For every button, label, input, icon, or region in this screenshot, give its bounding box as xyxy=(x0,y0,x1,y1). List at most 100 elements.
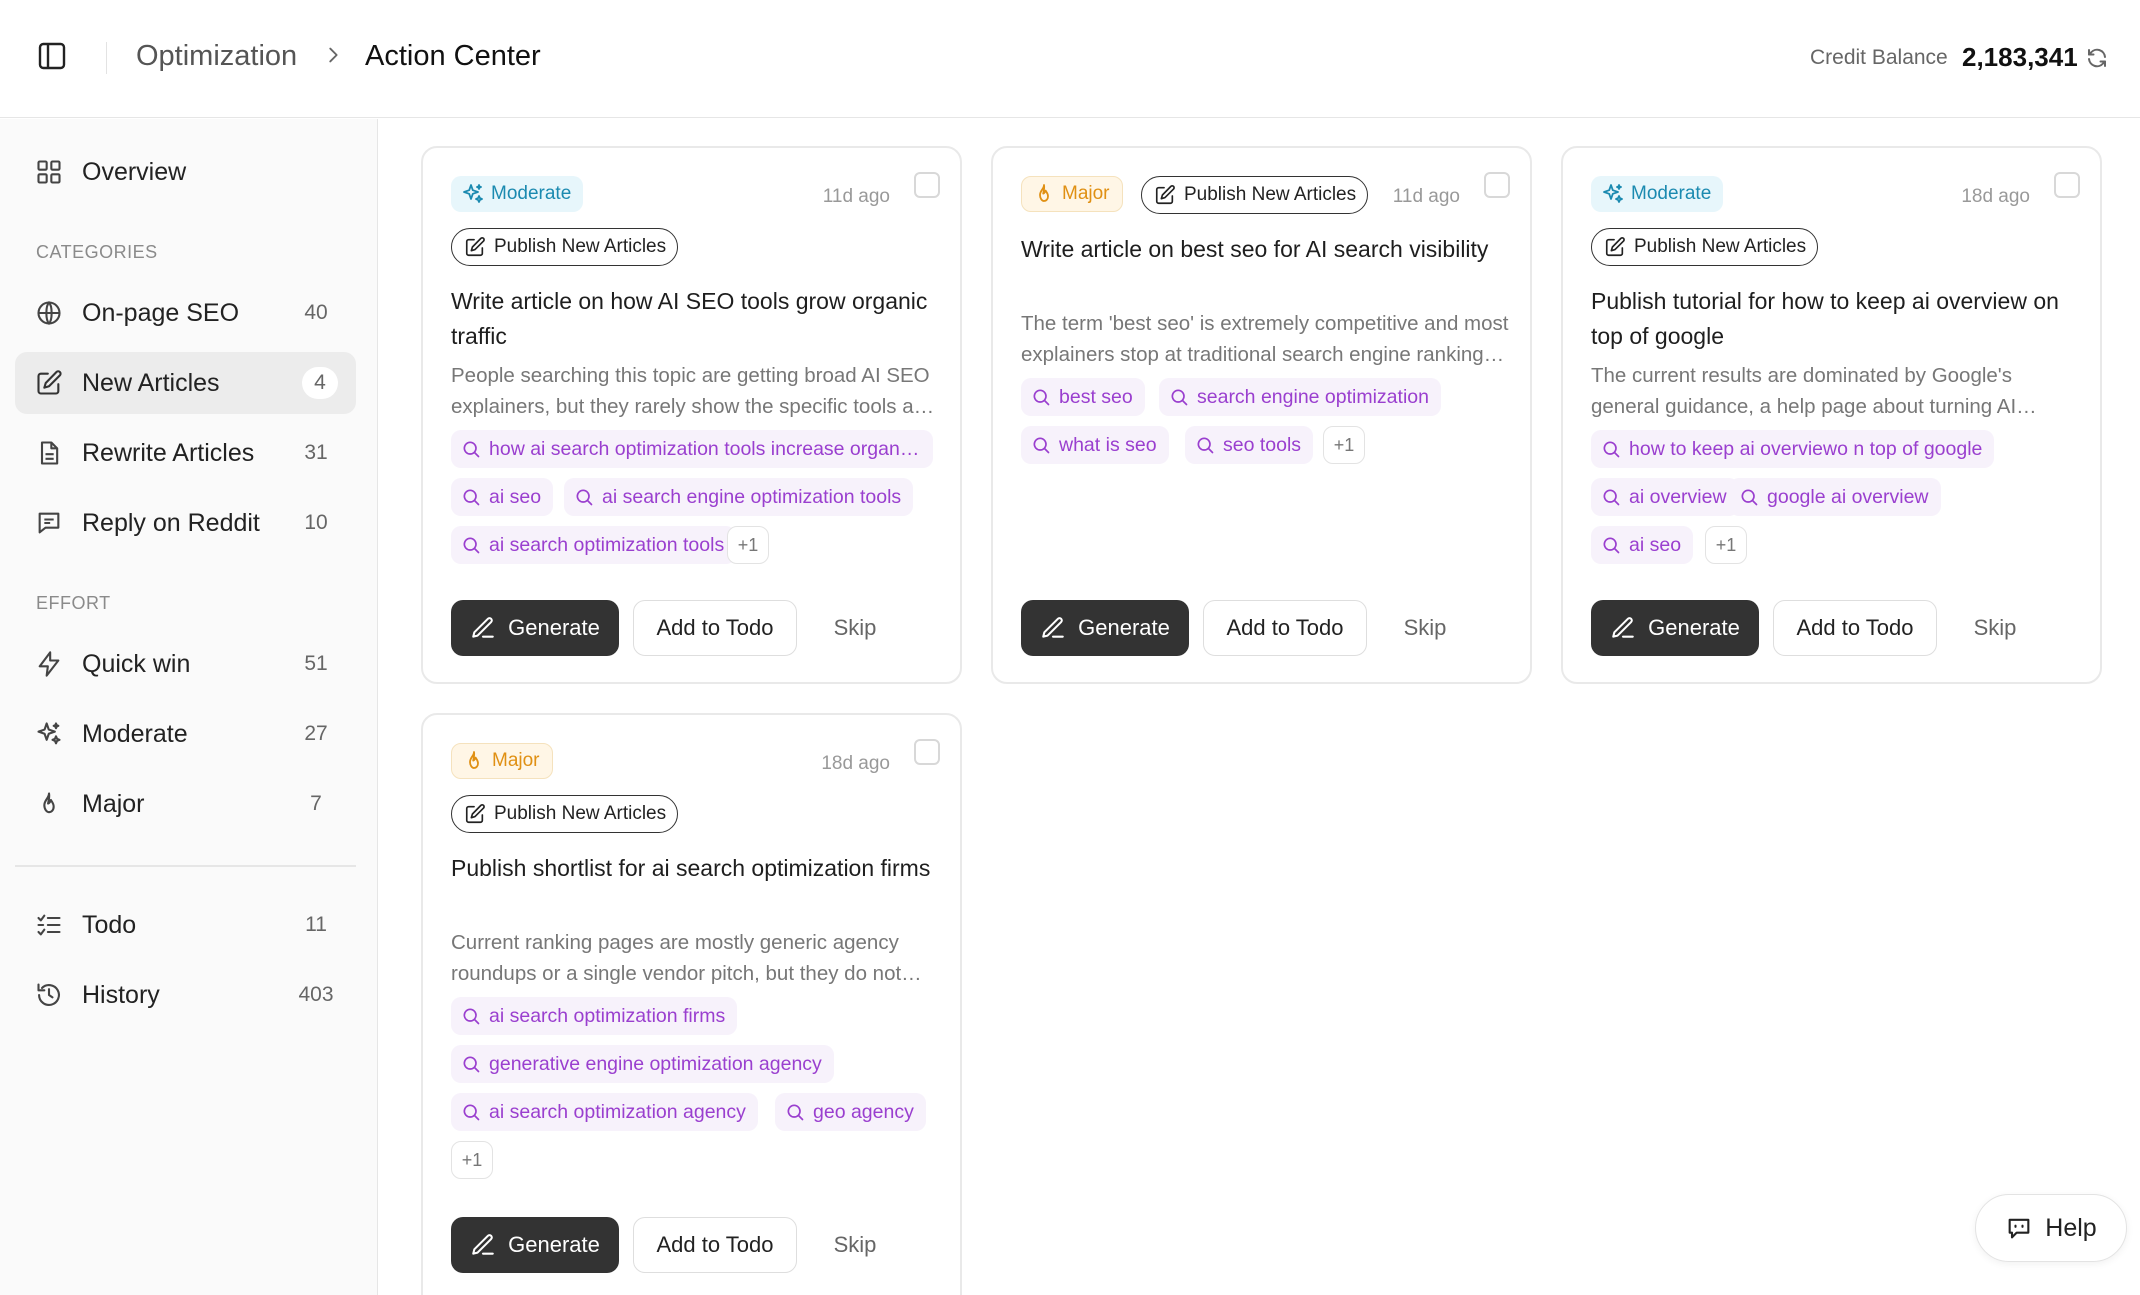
keyword-chip[interactable]: generative engine optimization agency xyxy=(451,1045,834,1083)
keyword-chip[interactable]: ai seo xyxy=(1591,526,1694,564)
keyword-chip[interactable]: ai search engine optimization tools xyxy=(564,478,914,516)
pen-icon xyxy=(470,1232,496,1258)
keyword-chip[interactable]: how ai search optimization tools increas… xyxy=(451,430,933,468)
generate-label: Generate xyxy=(1078,615,1170,640)
select-checkbox[interactable] xyxy=(914,172,940,198)
sidebar-item-label: Moderate xyxy=(82,719,188,748)
sidebar-item-label: On-page SEO xyxy=(82,298,240,327)
flame-icon xyxy=(1032,182,1056,206)
edit-icon xyxy=(464,236,486,258)
refresh-icon[interactable] xyxy=(2085,46,2109,70)
sidebar-item-count: 27 xyxy=(304,722,328,745)
skip-button[interactable]: Skip xyxy=(1385,600,1465,656)
skip-button[interactable]: Skip xyxy=(815,1217,895,1273)
keyword-chip[interactable]: ai search optimization firms xyxy=(451,997,738,1035)
edit-icon xyxy=(464,803,486,825)
sidebar-item-label: Quick win xyxy=(82,649,191,678)
add-to-todo-button[interactable]: Add to Todo xyxy=(1203,600,1367,656)
keyword-chip[interactable]: ai seo xyxy=(451,478,554,516)
sidebar-item-label: New Articles xyxy=(82,368,220,397)
grid-icon xyxy=(37,160,61,184)
skip-button[interactable]: Skip xyxy=(815,600,895,656)
breadcrumb-parent[interactable]: Optimization xyxy=(136,40,297,73)
generate-button[interactable]: Generate xyxy=(451,600,619,656)
sidebar-item-on-page-seo[interactable]: On-page SEO 40 xyxy=(15,282,356,344)
action-type-pill: Publish New Articles xyxy=(451,228,679,266)
action-card: Major 18d ago Publish New Articles Publi… xyxy=(421,713,962,1295)
pen-icon xyxy=(1610,615,1636,641)
action-type-pill: Publish New Articles xyxy=(451,795,679,833)
sidebar-item-todo[interactable]: Todo 11 xyxy=(15,894,356,956)
sidebar-item-reply-on-reddit[interactable]: Reply on Reddit 10 xyxy=(15,492,356,554)
effort-label: Major xyxy=(492,750,540,771)
categories-section-label: CATEGORIES xyxy=(36,242,158,262)
effort-badge: Moderate xyxy=(451,176,584,212)
card-title: Write article on best seo for AI search … xyxy=(1021,236,1489,262)
timestamp: 11d ago xyxy=(1392,186,1460,207)
search-icon xyxy=(461,1006,481,1026)
sidebar-item-rewrite-articles[interactable]: Rewrite Articles 31 xyxy=(15,422,356,484)
search-icon xyxy=(461,487,481,507)
keyword-text: ai seo xyxy=(1629,533,1682,556)
keyword-chip[interactable]: ai search optimization agency xyxy=(451,1093,758,1131)
keyword-chip[interactable]: best seo xyxy=(1021,378,1145,416)
add-to-todo-button[interactable]: Add to Todo xyxy=(1773,600,1937,656)
select-checkbox[interactable] xyxy=(2054,172,2080,198)
keyword-chip[interactable]: ai overview xyxy=(1591,478,1739,516)
top-header: Optimization Action Center Credit Balanc… xyxy=(0,0,2140,118)
keyword-chip[interactable]: geo agency xyxy=(775,1093,926,1131)
sidebar-item-moderate[interactable]: Moderate 27 xyxy=(15,703,356,765)
sidebar-item-label: History xyxy=(82,980,160,1009)
sidebar-item-label: Todo xyxy=(82,910,137,939)
help-button[interactable]: Help xyxy=(1975,1194,2127,1262)
timestamp: 18d ago xyxy=(821,753,890,774)
keyword-text: ai search optimization firms xyxy=(489,1004,726,1027)
keyword-chip[interactable]: seo tools xyxy=(1185,426,1314,464)
sidebar-item-new-articles[interactable]: New Articles 4 xyxy=(15,352,356,414)
search-icon xyxy=(1169,387,1189,407)
edit-icon xyxy=(35,369,63,397)
sidebar-item-label: Reply on Reddit xyxy=(82,508,260,537)
sparkles-icon xyxy=(35,720,63,748)
sidebar-item-history[interactable]: History 403 xyxy=(15,964,356,1026)
keyword-text: how ai search optimization tools increas… xyxy=(489,437,921,460)
flame-icon xyxy=(35,790,63,818)
generate-button[interactable]: Generate xyxy=(1021,600,1189,656)
chat-bot-icon xyxy=(2008,1218,2030,1239)
sparkles-icon xyxy=(461,182,485,206)
sidebar-item-major[interactable]: Major 7 xyxy=(15,773,356,835)
more-keywords-chip[interactable]: +1 xyxy=(1705,526,1747,564)
search-icon xyxy=(461,1054,481,1074)
pen-icon xyxy=(1040,615,1066,641)
keyword-chip[interactable]: what is seo xyxy=(1021,426,1169,464)
sidebar-toggle-icon[interactable] xyxy=(36,40,68,72)
keyword-chip[interactable]: search engine optimization xyxy=(1159,378,1441,416)
credit-balance-value: 2,183,341 xyxy=(1962,42,2078,72)
search-icon xyxy=(1031,387,1051,407)
generate-button[interactable]: Generate xyxy=(1591,600,1759,656)
select-checkbox[interactable] xyxy=(914,739,940,765)
search-icon xyxy=(1601,535,1621,555)
sidebar-item-quick-win[interactable]: Quick win 51 xyxy=(15,633,356,695)
keyword-chip[interactable]: how to keep ai overviewo n top of google xyxy=(1591,430,1995,468)
add-to-todo-button[interactable]: Add to Todo xyxy=(633,1217,797,1273)
keyword-chip[interactable]: google ai overview xyxy=(1729,478,1941,516)
generate-label: Generate xyxy=(1648,615,1740,640)
add-to-todo-button[interactable]: Add to Todo xyxy=(633,600,797,656)
card-description: Current ranking pages are mostly generic… xyxy=(451,931,902,985)
search-icon xyxy=(461,535,481,555)
sidebar-item-overview[interactable]: Overview xyxy=(15,141,356,203)
card-description: The term 'best seo' is extremely competi… xyxy=(1021,312,1509,366)
keyword-chip[interactable]: ai search optimization tools xyxy=(451,526,737,564)
more-keywords-chip[interactable]: +1 xyxy=(727,526,769,564)
search-icon xyxy=(1601,487,1621,507)
select-checkbox[interactable] xyxy=(1484,172,1510,198)
chat-icon xyxy=(38,512,60,534)
more-keywords-chip[interactable]: +1 xyxy=(451,1141,493,1179)
timestamp: 18d ago xyxy=(1961,186,2030,207)
skip-button[interactable]: Skip xyxy=(1955,600,2035,656)
action-type-label: Publish New Articles xyxy=(494,803,667,824)
more-keywords-chip[interactable]: +1 xyxy=(1323,426,1365,464)
generate-button[interactable]: Generate xyxy=(451,1217,619,1273)
generate-label: Generate xyxy=(508,615,600,640)
